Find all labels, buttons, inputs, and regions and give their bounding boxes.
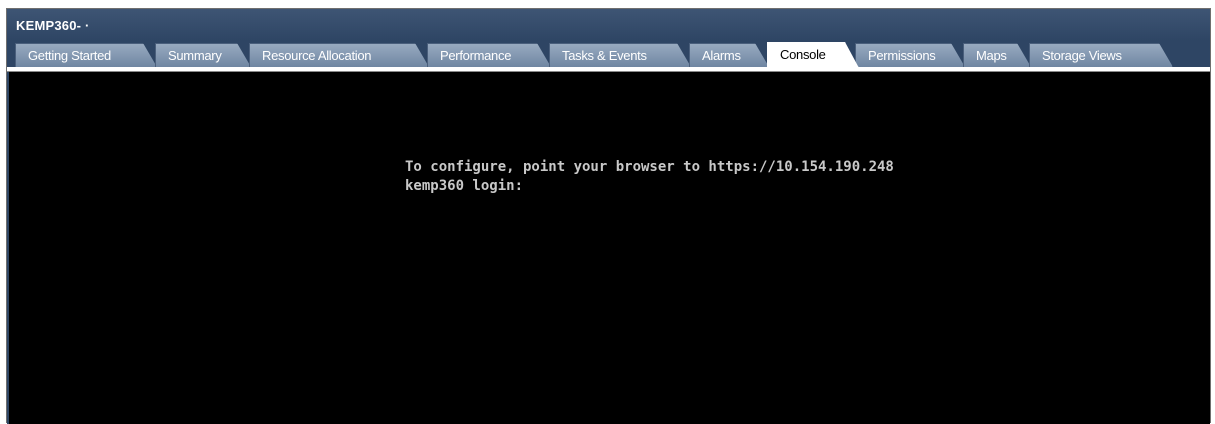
tab-getting-started[interactable]: Getting Started: [15, 43, 157, 67]
tab-performance[interactable]: Performance: [427, 43, 551, 67]
tab-storage-views[interactable]: Storage Views: [1029, 43, 1173, 67]
console-output: To configure, point your browser to http…: [405, 158, 894, 196]
tab-tasks-events[interactable]: Tasks & Events: [549, 43, 691, 67]
tab-console[interactable]: Console: [767, 42, 859, 68]
tab-maps[interactable]: Maps: [963, 43, 1031, 67]
console-line: To configure, point your browser to http…: [405, 159, 894, 175]
tab-resource-allocation[interactable]: Resource Allocation: [249, 43, 429, 67]
console-left-edge: [7, 72, 9, 424]
vm-window: KEMP360- · Getting Started Summary Resou…: [6, 8, 1211, 424]
tab-alarms[interactable]: Alarms: [689, 43, 769, 67]
vm-title: KEMP360- ·: [16, 18, 90, 33]
console-line: kemp360 login:: [405, 178, 524, 194]
tab-permissions[interactable]: Permissions: [855, 43, 965, 67]
title-bar: KEMP360- ·: [7, 9, 1210, 41]
tab-summary[interactable]: Summary: [155, 43, 251, 67]
console-screen[interactable]: To configure, point your browser to http…: [7, 71, 1210, 424]
